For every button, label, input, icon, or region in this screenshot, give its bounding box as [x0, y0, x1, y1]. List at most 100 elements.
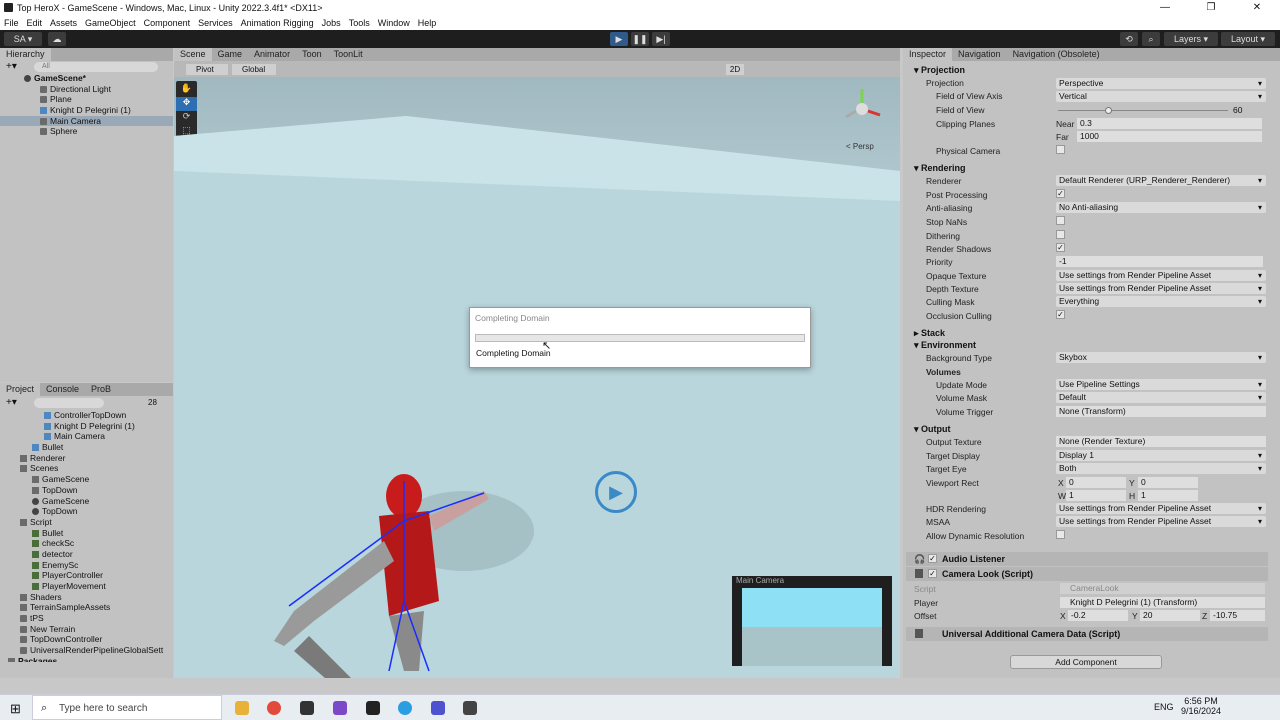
menu-tools[interactable]: Tools — [349, 18, 370, 28]
project-item[interactable]: checkSc — [0, 538, 173, 549]
fov-slider[interactable] — [1058, 107, 1228, 114]
scene-view[interactable]: Pivot Global 2D ✋ ✥ ⟳ ⬚ ▭ ⊕ ▶ < Persp Ma… — [174, 61, 900, 678]
cloud-icon[interactable]: ☁ — [48, 32, 66, 46]
msaa-dropdown[interactable]: Use settings from Render Pipeline Asset — [1056, 516, 1266, 527]
hdr-dropdown[interactable]: Use settings from Render Pipeline Asset — [1056, 503, 1266, 514]
project-item[interactable]: UniversalRenderPipelineGlobalSett — [0, 645, 173, 656]
step-icon[interactable]: ▶| — [652, 32, 670, 46]
tab-toon[interactable]: Toon — [296, 48, 328, 61]
hierarchy-search-input[interactable]: All — [34, 62, 158, 72]
culling-mask-dropdown[interactable]: Everything — [1056, 296, 1266, 307]
dithering-checkbox[interactable] — [1056, 230, 1065, 239]
viewport-y-field[interactable]: 0 — [1138, 477, 1198, 488]
stack-header[interactable]: ▸ Stack — [914, 328, 945, 339]
hierarchy-item[interactable]: Directional Light — [0, 84, 173, 95]
project-item[interactable]: Scenes — [0, 463, 173, 474]
menu-assets[interactable]: Assets — [50, 18, 77, 28]
unity-hub-icon[interactable] — [300, 701, 314, 715]
taskbar-search-box[interactable]: ⌕ Type here to search — [32, 695, 222, 720]
close-button[interactable]: ✕ — [1234, 0, 1280, 15]
telegram-icon[interactable] — [398, 701, 412, 715]
maximize-button[interactable]: ❐ — [1188, 0, 1234, 15]
menu-services[interactable]: Services — [198, 18, 233, 28]
fov-axis-dropdown[interactable]: Vertical — [1056, 91, 1266, 102]
hierarchy-item[interactable]: Sphere — [0, 126, 173, 137]
persp-label[interactable]: < Persp — [846, 142, 874, 151]
layout-dropdown[interactable]: Layout ▾ — [1221, 32, 1275, 46]
project-item[interactable]: TerrainSampleAssets — [0, 602, 173, 613]
project-item[interactable]: TopDownController — [0, 634, 173, 645]
tab-hierarchy[interactable]: Hierarchy — [0, 48, 51, 61]
update-mode-dropdown[interactable]: Use Pipeline Settings — [1056, 379, 1266, 390]
post-processing-checkbox[interactable]: ✓ — [1056, 189, 1065, 198]
hierarchy-item[interactable]: Plane — [0, 94, 173, 105]
tab-console[interactable]: Console — [40, 383, 85, 396]
hierarchy-item-selected[interactable]: Main Camera — [0, 115, 173, 127]
rendering-header[interactable]: ▾ Rendering — [914, 163, 966, 174]
add-component-button[interactable]: Add Component — [1010, 655, 1162, 669]
priority-field[interactable]: -1 — [1056, 256, 1263, 267]
minimize-button[interactable]: — — [1142, 0, 1188, 15]
menu-window[interactable]: Window — [378, 18, 410, 28]
add-icon[interactable]: +▾ — [6, 61, 17, 72]
offset-x-field[interactable]: -0.2 — [1068, 610, 1128, 621]
viewport-w-field[interactable]: 1 — [1066, 490, 1126, 501]
project-item[interactable]: tPS — [0, 613, 173, 624]
pause-icon[interactable]: ❚❚ — [631, 32, 649, 46]
play-overlay-icon[interactable]: ▶ — [595, 471, 637, 513]
add-icon[interactable]: +▾ — [6, 397, 17, 408]
history-icon[interactable]: ⟲ — [1120, 32, 1138, 46]
search-icon[interactable]: ⌕ — [1142, 32, 1160, 46]
project-search-input[interactable] — [34, 398, 104, 408]
clock[interactable]: 6:56 PM 9/16/2024 — [1178, 696, 1224, 716]
menu-help[interactable]: Help — [418, 18, 437, 28]
orientation-gizmo[interactable] — [844, 87, 884, 127]
tab-navigation[interactable]: Navigation — [952, 48, 1007, 61]
project-item[interactable]: GameScene — [0, 496, 173, 507]
projection-header[interactable]: ▾ Projection — [914, 65, 965, 76]
project-item[interactable]: TopDown — [0, 485, 173, 496]
project-item[interactable]: ControllerTopDown — [0, 410, 173, 421]
visual-studio-icon[interactable] — [333, 701, 347, 715]
unity-editor-icon[interactable] — [463, 701, 477, 715]
play-icon[interactable]: ▶ — [610, 32, 628, 46]
chrome-icon[interactable] — [267, 701, 281, 715]
project-item[interactable]: GameScene — [0, 474, 173, 485]
viewport-h-field[interactable]: 1 — [1138, 490, 1198, 501]
renderer-dropdown[interactable]: Default Renderer (URP_Renderer_Renderer) — [1056, 175, 1266, 186]
urp-camera-data-header[interactable]: Universal Additional Camera Data (Script… — [906, 627, 1268, 641]
render-shadows-checkbox[interactable]: ✓ — [1056, 243, 1065, 252]
background-type-dropdown[interactable]: Skybox — [1056, 352, 1266, 363]
project-item[interactable]: Knight D Pelegrini (1) — [0, 421, 173, 432]
target-eye-dropdown[interactable]: Both — [1056, 463, 1266, 474]
output-texture-field[interactable]: None (Render Texture) — [1056, 436, 1266, 447]
camera-look-header[interactable]: Camera Look (Script) — [906, 567, 1268, 581]
layers-dropdown[interactable]: Layers ▾ — [1164, 32, 1218, 46]
fov-slider-knob[interactable] — [1105, 107, 1112, 114]
tab-animator[interactable]: Animator — [248, 48, 296, 61]
project-item[interactable]: detector — [0, 549, 173, 560]
project-item[interactable]: Main Camera — [0, 431, 173, 442]
offset-y-field[interactable]: 20 — [1140, 610, 1200, 621]
menu-file[interactable]: File — [4, 18, 19, 28]
environment-header[interactable]: ▾ Environment — [914, 340, 976, 351]
project-item[interactable]: PlayerMovement — [0, 581, 173, 592]
project-item[interactable]: Renderer — [0, 453, 173, 464]
project-item[interactable]: New Terrain — [0, 624, 173, 635]
project-item[interactable]: Script — [0, 517, 173, 528]
depth-texture-dropdown[interactable]: Use settings from Render Pipeline Asset — [1056, 283, 1266, 294]
stop-nans-checkbox[interactable] — [1056, 216, 1065, 225]
project-item[interactable]: EnemySc — [0, 560, 173, 571]
physical-camera-checkbox[interactable] — [1056, 145, 1065, 154]
app-icon[interactable] — [431, 701, 445, 715]
anti-aliasing-dropdown[interactable]: No Anti-aliasing — [1056, 202, 1266, 213]
project-item[interactable]: TopDown — [0, 506, 173, 517]
project-item[interactable]: PlayerController — [0, 570, 173, 581]
offset-z-field[interactable]: -10.75 — [1210, 610, 1265, 621]
project-item[interactable]: Bullet — [0, 442, 173, 453]
volume-trigger-field[interactable]: None (Transform) — [1056, 406, 1266, 417]
far-field[interactable]: 1000 — [1077, 131, 1262, 142]
project-item[interactable]: Bullet — [0, 528, 173, 539]
audio-listener-enabled-checkbox[interactable]: ✓ — [928, 554, 937, 563]
player-field[interactable]: Knight D Pelegrini (1) (Transform) — [1060, 597, 1265, 608]
